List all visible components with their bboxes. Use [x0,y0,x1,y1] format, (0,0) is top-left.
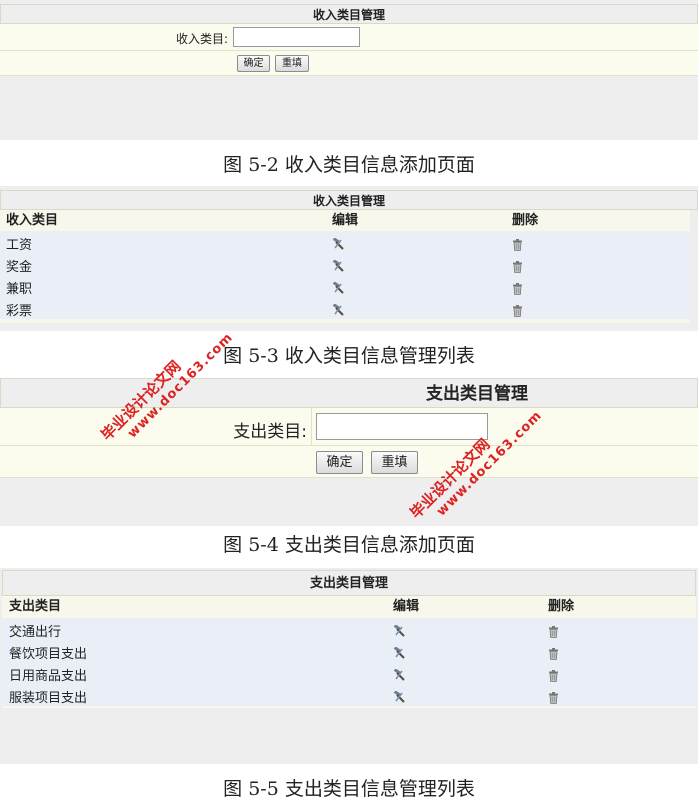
category-name: 兼职 [6,282,33,297]
table-row: 奖金 [0,253,690,275]
expense-list-panel: 支出类目管理 支出类目 编辑 删除 交通出行餐饮项目支出 日用商品支出 服装项目支出 [0,568,698,764]
income-field-label: 收入类目: [175,32,228,46]
income-form-panel: 收入类目管理 收入类目: 确定 重填 [0,0,698,140]
expense-field-label: 支出类目: [233,422,307,442]
table-row: 兼职 [0,275,690,297]
table-row: 餐饮项目支出 [2,640,696,662]
category-name: 彩票 [6,304,33,319]
income-list-table: 收入类目 编辑 删除 工资奖金兼职彩票 [0,210,690,323]
table-row: 工资 [0,231,690,253]
col-expense-category: 支出类目 [9,599,62,614]
caption-fig-5-3: 图 5-3 收入类目信息管理列表 [223,345,475,367]
income-list-title: 收入类目管理 [0,190,698,210]
col-edit: 编辑 [332,213,359,228]
category-name: 交通出行 [9,625,62,640]
expense-list-header: 支出类目 编辑 删除 [2,596,696,618]
income-list-header: 收入类目 编辑 删除 [0,210,690,231]
category-name: 工资 [6,238,33,253]
expense-form-title: 支出类目管理 [0,378,698,408]
income-list-panel: 收入类目管理 收入类目 编辑 删除 工资奖金兼职彩票 [0,186,698,331]
expense-list-title: 支出类目管理 [2,570,696,596]
table-row: 交通出行 [2,618,696,640]
col-income-category: 收入类目 [6,213,59,228]
table-row: 服装项目支出 [2,684,696,706]
expense-reset-button[interactable]: 重填 [371,451,418,474]
expense-form-panel: 支出类目管理 支出类目: 确定 重填 [0,378,698,526]
edit-hammer-icon[interactable] [332,302,346,321]
income-category-input[interactable] [233,27,360,47]
col-delete: 删除 [512,213,539,228]
expense-list-table: 支出类目 编辑 删除 交通出行餐饮项目支出 日用商品支出 服装项目支出 [2,596,696,708]
income-confirm-button[interactable]: 确定 [237,55,270,72]
category-name: 餐饮项目支出 [9,647,88,662]
edit-hammer-icon[interactable] [393,689,407,708]
col-edit: 编辑 [393,599,420,614]
income-buttons-row: 确定 重填 [0,51,698,76]
delete-trash-icon[interactable] [548,689,559,708]
category-name: 日用商品支出 [9,669,88,684]
income-form-title: 收入类目管理 [0,4,698,24]
expense-confirm-button[interactable]: 确定 [316,451,363,474]
table-row: 彩票 [0,297,690,319]
delete-trash-icon[interactable] [512,302,523,321]
income-reset-button[interactable]: 重填 [275,55,309,72]
caption-fig-5-5: 图 5-5 支出类目信息管理列表 [223,778,475,800]
caption-fig-5-2: 图 5-2 收入类目信息添加页面 [223,154,475,176]
caption-fig-5-4: 图 5-4 支出类目信息添加页面 [223,534,475,556]
category-name: 奖金 [6,260,33,275]
col-delete: 删除 [548,599,575,614]
table-row: 日用商品支出 [2,662,696,684]
expense-category-input[interactable] [316,413,488,440]
category-name: 服装项目支出 [9,691,88,706]
income-form-row: 收入类目: [0,24,698,51]
expense-buttons-row: 确定 重填 [0,446,698,478]
